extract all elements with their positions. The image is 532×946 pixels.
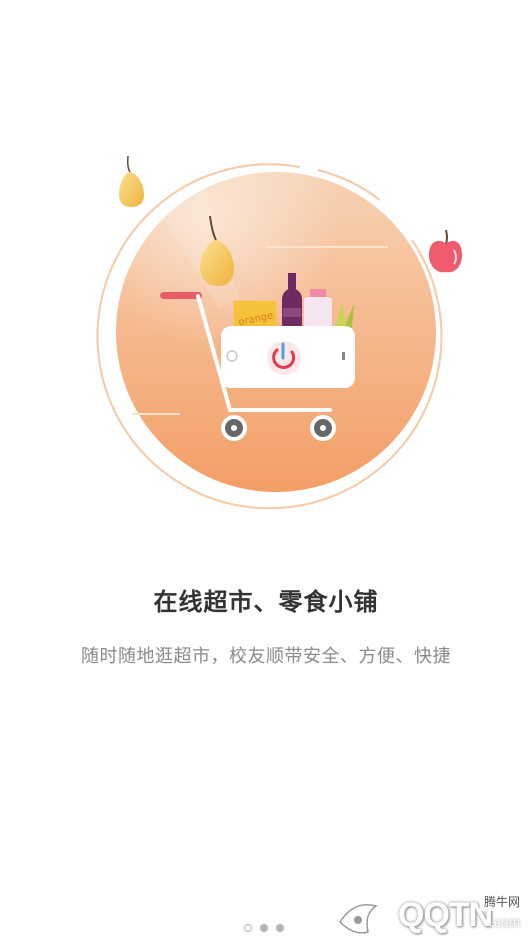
page-subtitle: 随时随地逛超市，校友顺带安全、方便、快捷: [81, 646, 451, 667]
watermark-text: QQTN: [398, 896, 493, 934]
watermark-badge: 腾牛网: [479, 892, 524, 911]
apple-icon: [429, 229, 462, 273]
cart-wheel: [221, 415, 247, 441]
watermark: QQTN .com 腾牛网: [312, 886, 532, 946]
page-indicator[interactable]: [244, 924, 284, 932]
watermark-logo-icon: [339, 904, 378, 934]
page-dot[interactable]: [244, 924, 252, 932]
cart-handle: [160, 292, 202, 299]
hero-illustration: orange: [0, 0, 532, 560]
watermark-domain: .com: [490, 914, 521, 930]
page-title: 在线超市、零食小铺: [153, 588, 379, 616]
page-dot-active[interactable]: [260, 924, 268, 932]
cart-wheel: [310, 415, 336, 441]
pear-icon: [119, 155, 144, 207]
page-dot[interactable]: [276, 924, 284, 932]
refresh-power-icon: [267, 341, 301, 375]
shopping-cart-illustration: orange: [96, 155, 462, 510]
